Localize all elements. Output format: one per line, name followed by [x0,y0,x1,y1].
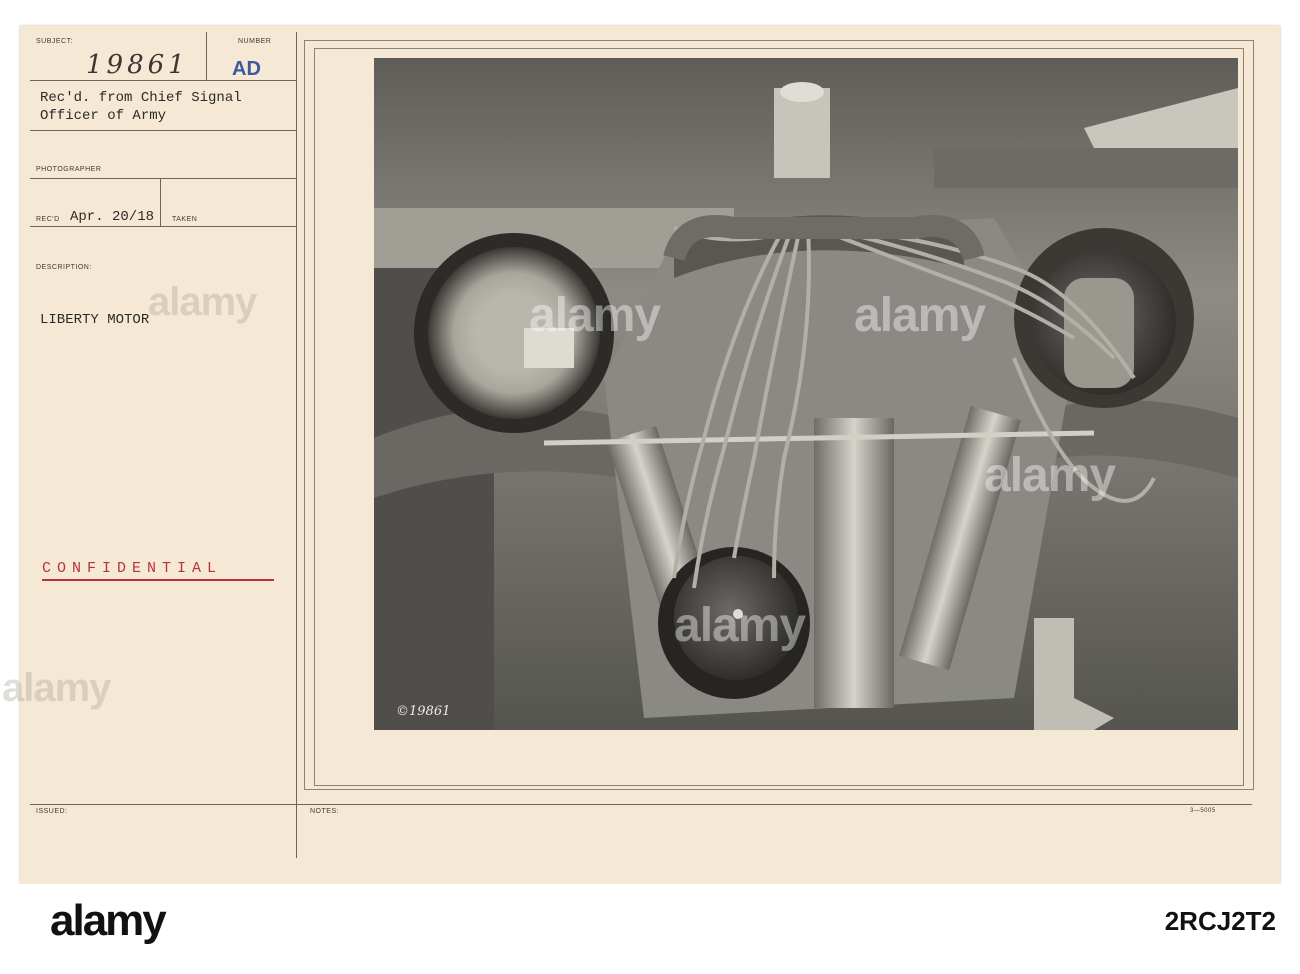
archive-card: SUBJECT: 19861 NUMBER AD Rec'd. from Chi… [2,26,1280,884]
received-from-line2: Officer of Army [40,108,167,124]
subject-value: 19861 [86,50,189,80]
photo-watermark-3: alamy [674,599,806,652]
number-label: NUMBER [238,38,272,45]
received-from-line1: Rec'd. from Chief Signal [40,90,242,106]
photographer-label: PHOTOGRAPHER [36,166,102,173]
issued-label: ISSUED: [36,808,68,815]
form-code: 3—5005 [1190,808,1216,814]
notes-label: NOTES: [310,808,340,815]
photo-negative-number: ©19861 [396,704,451,719]
number-stamp: AD [232,58,261,80]
description-label: DESCRIPTION: [36,264,92,271]
classification-underline [42,579,274,581]
recd-label: REC'D [36,216,60,223]
recd-value: Apr. 20/18 [70,209,155,225]
image-id: 2RCJ2T2 [1164,906,1276,936]
recd-taken-divider [160,178,161,226]
card-watermark-1: alamy [148,280,257,324]
subject-label: SUBJECT: [36,38,74,45]
rule-photographer [30,178,296,179]
rule-recd [30,226,296,227]
classification-stamp: CONFIDENTIAL [42,560,223,577]
liberty-engine-image [374,58,1238,730]
alamy-logo[interactable]: alamy [50,896,167,946]
description-value: LIBERTY MOTOR [40,312,150,328]
left-column-divider [296,32,297,858]
rule-received [30,130,296,131]
engine-photograph: alamy alamy alamy alamy ©19861 [374,58,1238,730]
card-watermark-2: alamy [2,666,111,710]
photo-watermark-1: alamy [529,289,661,342]
photo-watermark-4: alamy [984,449,1116,502]
footer-bar [0,884,1300,974]
rule-issued-notes [30,804,1252,805]
photo-watermark-2: alamy [854,289,986,342]
subject-number-divider [206,32,207,80]
taken-label: TAKEN [172,216,198,223]
